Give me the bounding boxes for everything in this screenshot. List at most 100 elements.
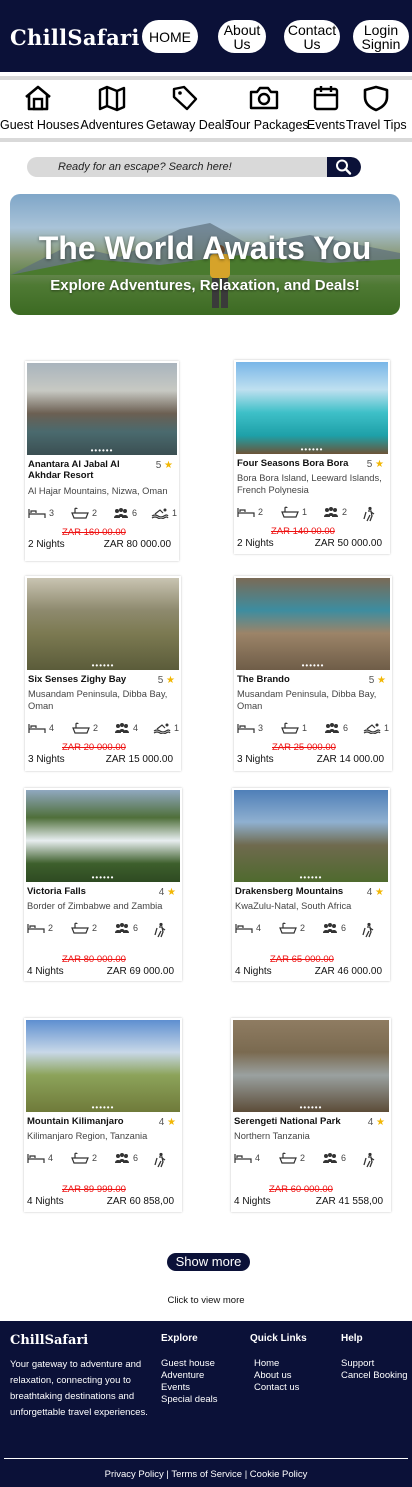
listing-image[interactable] (27, 363, 177, 455)
footer-explore: Explore Guest house Adventure Events Spe… (161, 1333, 218, 1406)
listing-image[interactable] (236, 362, 388, 454)
nav-login-button[interactable]: Login Signin (353, 20, 409, 53)
listing-nights: 4 Nights (27, 1196, 64, 1207)
beds-feature: 4 (28, 722, 54, 734)
search-input[interactable]: Ready for an escape? Search here! (58, 161, 232, 173)
listing-card[interactable]: •••••• Mountain Kilimanjaro 4 ★ Kilimanjaro… (24, 1018, 182, 1212)
nav-contact-button[interactable]: Contact Us (284, 20, 340, 53)
listing-name[interactable]: Mountain Kilimanjaro (27, 1116, 153, 1127)
category-guest-houses[interactable]: Guest Houses (0, 84, 80, 132)
baths-feature: 2 (71, 922, 97, 934)
listing-card[interactable]: •••••• Six Senses Zighy Bay 5 ★ Musandam Pe… (25, 576, 181, 771)
carousel-dots[interactable]: •••••• (234, 446, 390, 454)
category-label: Guest Houses (0, 118, 80, 132)
carousel-dots[interactable]: •••••• (25, 447, 179, 455)
rating-value: 5 (368, 675, 375, 686)
carousel-dots[interactable]: •••••• (234, 662, 392, 670)
guests-count: 6 (133, 923, 139, 933)
footer-link[interactable]: Cancel Booking (341, 1370, 408, 1382)
listing-card[interactable]: •••••• The Brando 5 ★ Musandam Peninsula, D… (234, 576, 392, 771)
guests-icon (115, 1153, 129, 1163)
footer-tagline: Your gateway to adventure and relaxation… (10, 1359, 148, 1418)
nav-home-button[interactable]: HOME (142, 20, 198, 53)
carousel-dots[interactable]: •••••• (25, 662, 181, 670)
listing-card[interactable]: •••••• Four Seasons Bora Bora 5 ★ Bora Bora… (234, 360, 390, 554)
guests-feature: 6 (114, 1152, 138, 1164)
activity-feature (361, 922, 380, 938)
carousel-dots[interactable]: •••••• (24, 874, 182, 882)
listing-name[interactable]: Victoria Falls (27, 886, 153, 897)
listing-features: 4 2 6 (234, 1152, 387, 1168)
bed-icon (28, 724, 46, 733)
listing-image[interactable] (234, 790, 388, 882)
listing-name[interactable]: Four Seasons Bora Bora (237, 458, 361, 469)
original-price: ZAR 20 000.00 (62, 742, 126, 753)
listing-rating: 4 ★ (367, 887, 384, 898)
category-getaway-deals[interactable]: Getaway Deals (146, 84, 231, 132)
listing-name[interactable]: Serengeti National Park (234, 1116, 362, 1127)
hiking-icon (363, 1152, 375, 1168)
carousel-dots[interactable]: •••••• (24, 1104, 182, 1112)
carousel-dots[interactable]: •••••• (231, 1104, 391, 1112)
star-icon: ★ (164, 460, 173, 471)
footer-link[interactable]: Support (341, 1358, 408, 1370)
divider (0, 76, 412, 80)
bed-icon (234, 1154, 252, 1163)
footer-link[interactable]: Guest house (161, 1358, 218, 1370)
listing-rating: 5 ★ (369, 675, 386, 686)
listing-image[interactable] (233, 1020, 389, 1112)
listing-name[interactable]: The Brando (237, 674, 363, 685)
footer-link[interactable]: Adventure (161, 1370, 218, 1382)
category-adventures[interactable]: Adventures (80, 84, 144, 132)
listing-name[interactable]: Anantara Al Jabal Al Akhdar Resort (28, 459, 150, 481)
footer-link[interactable]: Home (250, 1358, 307, 1370)
footer-legal-links[interactable]: Privacy Policy | Terms of Service | Cook… (0, 1469, 412, 1480)
nav-about-button[interactable]: About Us (218, 20, 266, 53)
footer-link[interactable]: Special deals (161, 1394, 218, 1406)
listing-image[interactable] (27, 578, 179, 670)
listing-rating: 5 ★ (158, 675, 175, 686)
star-icon: ★ (166, 675, 175, 686)
listing-location: Musandam Peninsula, Dibba Bay, Oman (237, 689, 377, 711)
swim-icon (363, 723, 381, 734)
beds-feature: 3 (237, 722, 263, 734)
guests-count: 6 (343, 723, 349, 733)
category-tour-packages[interactable]: Tour Packages (226, 84, 309, 132)
category-label: Events (306, 118, 346, 132)
listing-card[interactable]: •••••• Victoria Falls 4 ★ Border of Zimbabw… (24, 788, 182, 981)
logo[interactable]: ChillSafari (10, 25, 140, 50)
search-button[interactable] (327, 157, 361, 177)
baths-feature: 2 (279, 922, 305, 934)
category-travel-tips[interactable]: Travel Tips (346, 84, 407, 132)
rating-value: 4 (367, 1117, 374, 1128)
guests-icon (323, 1153, 337, 1163)
listing-features: 2 2 6 (27, 922, 178, 938)
show-more-button[interactable]: Show more (167, 1253, 250, 1271)
guests-feature: 6 (322, 922, 346, 934)
baths-feature: 2 (279, 1152, 305, 1164)
listing-image[interactable] (26, 1020, 180, 1112)
listing-image[interactable] (236, 578, 390, 670)
listing-name[interactable]: Six Senses Zighy Bay (28, 674, 152, 685)
carousel-dots[interactable]: •••••• (232, 874, 390, 882)
bath-icon (72, 722, 90, 734)
listing-nights: 2 Nights (28, 539, 65, 550)
footer-link[interactable]: Contact us (250, 1382, 307, 1394)
listing-card[interactable]: •••••• Anantara Al Jabal Al Akhdar Resort… (25, 361, 179, 561)
activity-feature (362, 506, 381, 522)
listing-card[interactable]: •••••• Drakensberg Mountains 4 ★ KwaZulu-Na… (232, 788, 390, 981)
listing-card[interactable]: •••••• Serengeti National Park 4 ★ Northern… (231, 1018, 391, 1212)
footer-link[interactable]: Events (161, 1382, 218, 1394)
category-events[interactable]: Events (306, 84, 346, 132)
footer-link[interactable]: About us (250, 1370, 307, 1382)
original-price: ZAR 160 00.00 (62, 527, 126, 538)
search-bar: Ready for an escape? Search here! (27, 157, 361, 177)
listing-price: ZAR 69 000.00 (106, 966, 174, 977)
map-icon (98, 85, 126, 112)
guests-icon (115, 923, 129, 933)
listing-name[interactable]: Drakensberg Mountains (235, 886, 361, 897)
bed-icon (237, 724, 255, 733)
listing-image[interactable] (26, 790, 180, 882)
footer-logo[interactable]: ChillSafari (10, 1333, 88, 1348)
guests-feature: 6 (113, 507, 137, 519)
